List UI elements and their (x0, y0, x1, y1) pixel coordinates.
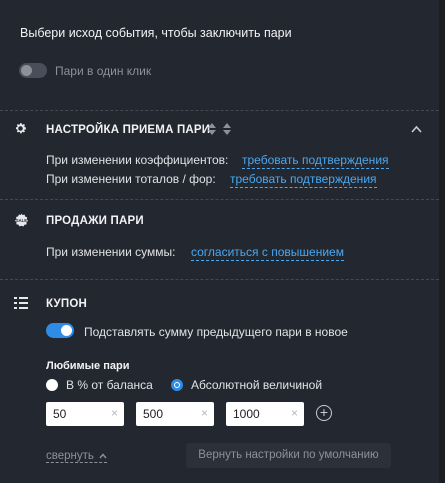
coupon-section-title: КУПОН (46, 298, 87, 310)
clear-icon[interactable]: × (201, 406, 208, 420)
favorites-title: Любимые пари (46, 360, 130, 372)
bet-settings-panel: Выбери исход события, чтобы заключить па… (0, 0, 439, 483)
acceptance-section-title: НАСТРОЙКА ПРИЕМА ПАРИ (46, 124, 211, 136)
favorite-amount-input[interactable]: 500 × (136, 402, 214, 426)
reset-defaults-button[interactable]: Вернуть настройки по умолчанию (186, 443, 391, 468)
amount-change-label: При изменении суммы: (46, 245, 176, 259)
totals-change-label: При изменении тоталов / фор: (46, 172, 216, 186)
odds-change-label: При изменении коэффициентов: (46, 153, 229, 167)
one-click-label: Пари в один клик (55, 64, 152, 78)
percent-radio[interactable] (46, 379, 58, 391)
toggle-knob (61, 325, 72, 336)
favorite-amount-input[interactable]: 1000 × (226, 402, 304, 426)
amount-value: 500 (143, 407, 164, 421)
page-prompt: Выбери исход события, чтобы заключить па… (20, 26, 292, 40)
sort-arrows-icon[interactable] (207, 122, 233, 139)
sales-section-title: ПРОДАЖИ ПАРИ (46, 215, 144, 227)
section-divider (0, 199, 439, 200)
toggle-knob (21, 65, 32, 76)
amount-value: 50 (53, 407, 67, 421)
absolute-radio[interactable] (171, 379, 183, 391)
collapse-label: свернуть (46, 450, 94, 462)
amount-change-dropdown[interactable]: согласиться с повышением (191, 245, 344, 261)
coupon-icon (14, 297, 28, 312)
chevron-up-icon (99, 453, 107, 459)
absolute-radio-label: Абсолютной величиной (191, 378, 323, 392)
collapse-link[interactable]: свернуть (46, 450, 108, 463)
section-divider (0, 279, 439, 280)
add-amount-icon[interactable]: + (316, 405, 332, 421)
one-click-toggle[interactable] (19, 63, 47, 78)
svg-text:SALE: SALE (16, 218, 27, 223)
amount-value: 1000 (233, 407, 260, 421)
chevron-up-icon[interactable] (411, 122, 422, 133)
clear-icon[interactable]: × (291, 406, 298, 420)
percent-radio-label: В % от баланса (66, 378, 153, 392)
gear-icon (14, 122, 27, 138)
sale-badge-icon: SALE (14, 213, 28, 230)
substitute-amount-label: Подставлять сумму предыдущего пари в нов… (84, 325, 348, 339)
section-divider (0, 110, 439, 111)
totals-change-dropdown[interactable]: требовать подтверждения (230, 172, 377, 188)
favorite-amount-input[interactable]: 50 × (46, 402, 124, 426)
odds-change-dropdown[interactable]: требовать подтверждения (242, 153, 389, 169)
substitute-amount-toggle[interactable] (46, 323, 74, 338)
clear-icon[interactable]: × (111, 406, 118, 420)
